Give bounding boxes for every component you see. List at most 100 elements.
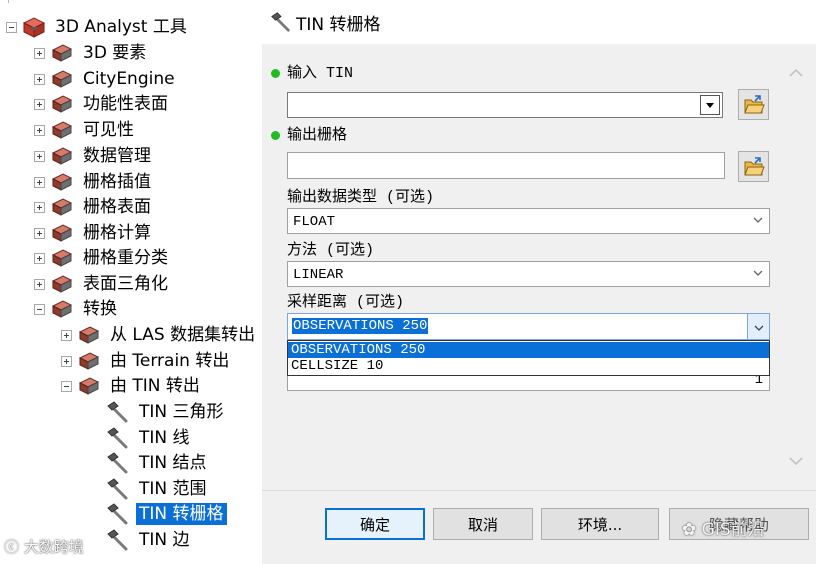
- cancel-button[interactable]: 取消: [433, 508, 533, 540]
- environments-button[interactable]: 环境...: [541, 508, 659, 540]
- tree-node-raster-interpolation[interactable]: 栅格插值: [34, 170, 154, 194]
- scroll-up-icon[interactable]: [789, 68, 803, 78]
- tree-tool-tin-to-raster[interactable]: TIN 转栅格: [106, 502, 227, 526]
- expand-icon[interactable]: [34, 252, 45, 264]
- tree-node-label: 栅格计算: [83, 223, 151, 243]
- input-tin-label: 输入 TIN: [287, 65, 354, 82]
- expand-icon[interactable]: [34, 227, 45, 239]
- tree-tool-tin-triangle[interactable]: TIN 三角形: [106, 400, 227, 424]
- toolset-icon: [51, 249, 73, 267]
- expand-icon[interactable]: [61, 329, 72, 341]
- tree-node-label: TIN 结点: [139, 453, 207, 473]
- tree-node-functional-surface[interactable]: 功能性表面: [34, 92, 171, 116]
- dropdown-arrow-icon[interactable]: [700, 95, 720, 115]
- tree-node-from-terrain[interactable]: 由 Terrain 转出: [61, 349, 232, 373]
- tree-node-label-selected: TIN 转栅格: [136, 503, 227, 525]
- toolset-icon: [51, 121, 73, 139]
- tree-node-conversion[interactable]: 转换: [34, 297, 120, 321]
- expand-icon[interactable]: [34, 201, 45, 213]
- expand-icon[interactable]: [34, 176, 45, 188]
- input-tin-combobox[interactable]: [287, 92, 723, 118]
- tool-dialog: TIN 转栅格 输入 TIN 输出栅格 输出数据类型 (可选) FLOAT 方法…: [262, 0, 816, 564]
- expand-icon[interactable]: [34, 150, 45, 162]
- hammer-icon: [107, 478, 128, 500]
- tree-node-label: 从 LAS 数据集转出: [110, 325, 256, 345]
- expand-icon[interactable]: [34, 124, 45, 136]
- chevron-down-icon[interactable]: [753, 268, 763, 278]
- hammer-icon: [107, 452, 128, 474]
- tree-tool-tin-edge[interactable]: TIN 边: [106, 528, 193, 552]
- expand-icon[interactable]: [34, 98, 45, 110]
- toolset-icon: [78, 377, 100, 395]
- ok-button[interactable]: 确定: [325, 508, 425, 540]
- open-folder-icon: [744, 95, 765, 114]
- tree-node-visibility[interactable]: 可见性: [34, 118, 137, 142]
- tree-node-label: 栅格插值: [83, 172, 151, 192]
- scroll-down-icon[interactable]: [789, 456, 803, 466]
- tree-node-label: TIN 线: [139, 428, 190, 448]
- sampling-distance-select[interactable]: OBSERVATIONS 250: [287, 313, 770, 340]
- browse-input-tin-button[interactable]: [738, 89, 769, 120]
- tree-node-label: 转换: [83, 299, 117, 319]
- toolset-icon: [51, 300, 73, 318]
- tree-node-label: 由 TIN 转出: [110, 376, 200, 396]
- tree-node-label: CityEngine: [83, 69, 175, 89]
- toolset-icon: [51, 95, 73, 113]
- output-data-type-select[interactable]: FLOAT: [287, 208, 770, 234]
- toolset-icon: [51, 147, 73, 165]
- toolset-icon: [78, 352, 100, 370]
- tree-node-label: 由 Terrain 转出: [110, 351, 230, 371]
- output-raster-input[interactable]: [287, 152, 725, 179]
- chevron-down-icon[interactable]: [753, 215, 763, 225]
- tree-node-3d-features[interactable]: 3D 要素: [34, 41, 149, 65]
- dialog-titlebar: TIN 转栅格: [262, 0, 816, 44]
- sampling-distance-label: 采样距离 (可选): [287, 294, 405, 311]
- hammer-icon: [107, 529, 128, 551]
- tree-node-label: TIN 范围: [139, 479, 207, 499]
- collapse-icon[interactable]: [61, 380, 72, 392]
- toolset-icon: [78, 326, 100, 344]
- watermark-text: 大数跨境: [23, 538, 84, 556]
- wechat-logo-icon: ✿: [682, 520, 702, 540]
- toolset-icon: [51, 44, 73, 62]
- sampling-distance-value: OBSERVATIONS 250: [292, 318, 429, 334]
- output-data-type-label: 输出数据类型 (可选): [287, 189, 435, 206]
- watermark-logo-icon: ⓒ: [4, 538, 24, 556]
- toolbox-icon: [22, 17, 46, 38]
- tree-node-label: 功能性表面: [83, 94, 168, 114]
- tree-node-raster-reclass[interactable]: 栅格重分类: [34, 246, 171, 270]
- tree-tool-tin-line[interactable]: TIN 线: [106, 426, 193, 450]
- browse-output-raster-button[interactable]: [738, 151, 769, 182]
- collapse-icon[interactable]: [34, 303, 45, 315]
- tree-node-from-tin[interactable]: 由 TIN 转出: [61, 374, 203, 398]
- tree-node-label: 3D Analyst 工具: [55, 17, 187, 37]
- option-cellsize[interactable]: CELLSIZE 10: [288, 358, 769, 374]
- sampling-distance-dropdown-button[interactable]: [747, 314, 769, 339]
- tree-node-3d-analyst[interactable]: 3D Analyst 工具: [6, 15, 190, 39]
- expand-icon[interactable]: [34, 47, 45, 59]
- tree-node-data-management[interactable]: 数据管理: [34, 144, 154, 168]
- expand-icon[interactable]: [34, 278, 45, 290]
- tree-node-cityengine[interactable]: CityEngine: [34, 67, 178, 91]
- collapse-icon[interactable]: [6, 21, 17, 33]
- expand-icon[interactable]: [34, 73, 45, 85]
- tree-node-raster-math[interactable]: 栅格计算: [34, 221, 154, 245]
- tree-node-triangulated-surface[interactable]: 表面三角化: [34, 272, 171, 296]
- method-label: 方法 (可选): [287, 242, 375, 259]
- toolset-icon: [51, 224, 73, 242]
- tree-node-label: TIN 边: [139, 530, 190, 550]
- tree-tool-tin-domain[interactable]: TIN 范围: [106, 477, 210, 501]
- tree-node-raster-surface[interactable]: 栅格表面: [34, 195, 154, 219]
- vertical-scrollbar[interactable]: [783, 44, 807, 490]
- option-observations[interactable]: OBSERVATIONS 250: [288, 342, 769, 358]
- tree-node-label: 3D 要素: [83, 43, 147, 63]
- tree-node-from-las[interactable]: 从 LAS 数据集转出: [61, 323, 258, 347]
- tree-node-label: 表面三角化: [83, 274, 168, 294]
- tree-node-label: 栅格重分类: [83, 248, 168, 268]
- expand-icon[interactable]: [61, 355, 72, 367]
- tree-tool-tin-node[interactable]: TIN 结点: [106, 451, 210, 475]
- method-select[interactable]: LINEAR: [287, 261, 770, 287]
- required-indicator-icon: [271, 69, 280, 78]
- watermark-text: GIS前沿: [701, 520, 765, 540]
- watermark-left: ⓒ 大数跨境: [4, 536, 84, 557]
